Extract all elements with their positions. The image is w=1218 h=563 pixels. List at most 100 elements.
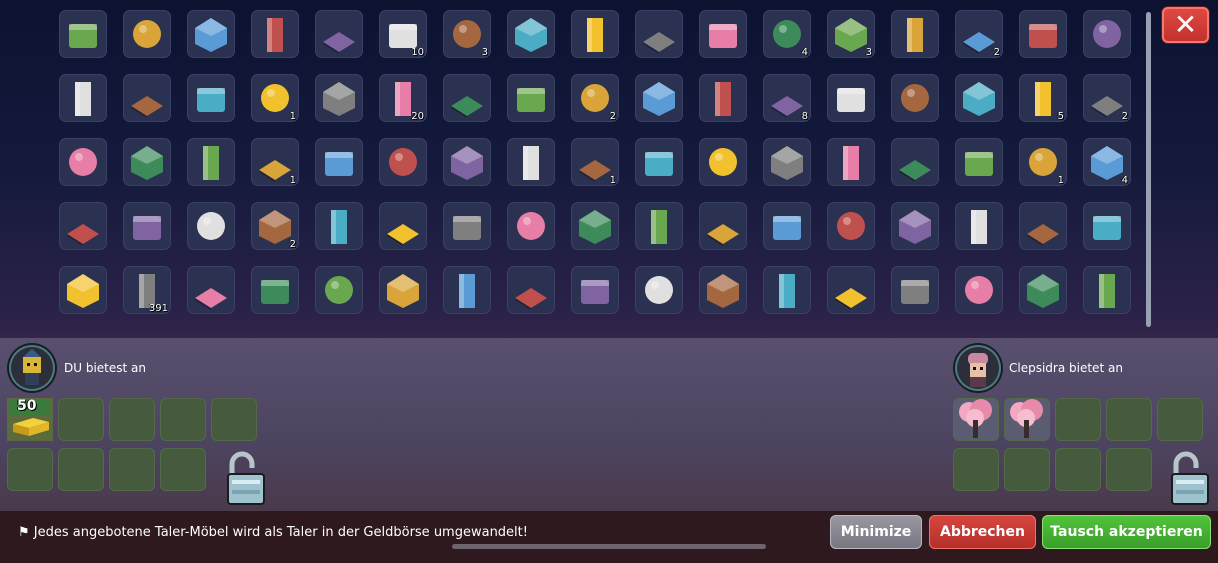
my-offer-slot[interactable] — [160, 398, 206, 441]
inventory-item[interactable] — [251, 266, 299, 314]
inventory-item[interactable] — [315, 10, 363, 58]
inventory-item[interactable] — [891, 74, 939, 122]
partner-offer-slot[interactable] — [1106, 398, 1152, 441]
inventory-item[interactable] — [251, 10, 299, 58]
my-offer-slot[interactable] — [58, 398, 104, 441]
inventory-item[interactable] — [1083, 10, 1131, 58]
inventory-item[interactable] — [635, 10, 683, 58]
inventory-item[interactable] — [507, 202, 555, 250]
inventory-item[interactable] — [315, 202, 363, 250]
inventory-item[interactable] — [59, 10, 107, 58]
inventory-item[interactable]: 4 — [1083, 138, 1131, 186]
inventory-item[interactable] — [699, 202, 747, 250]
inventory-item[interactable] — [187, 10, 235, 58]
inventory-item[interactable] — [891, 202, 939, 250]
inventory-item[interactable] — [827, 74, 875, 122]
inventory-item[interactable] — [315, 138, 363, 186]
inventory-item[interactable]: 2 — [1083, 74, 1131, 122]
inventory-item[interactable] — [379, 138, 427, 186]
inventory-item[interactable] — [379, 266, 427, 314]
inventory-item[interactable] — [763, 202, 811, 250]
inventory-item[interactable] — [187, 138, 235, 186]
partner-offer-slot[interactable] — [1055, 398, 1101, 441]
partner-offer-slot[interactable] — [953, 398, 999, 441]
inventory-item[interactable] — [699, 10, 747, 58]
inventory-item[interactable]: 4 — [763, 10, 811, 58]
inventory-item[interactable] — [187, 202, 235, 250]
inventory-item[interactable] — [955, 266, 1003, 314]
my-offer-slot[interactable]: 50 — [7, 398, 53, 441]
inventory-item[interactable] — [507, 266, 555, 314]
inventory-item[interactable] — [187, 74, 235, 122]
inventory-item[interactable]: 3 — [827, 10, 875, 58]
inventory-item[interactable]: 2 — [955, 10, 1003, 58]
inventory-item[interactable]: 391 — [123, 266, 171, 314]
inventory-item[interactable] — [379, 202, 427, 250]
minimize-button[interactable]: Minimize — [830, 515, 922, 549]
inventory-item[interactable] — [443, 266, 491, 314]
partner-offer-slot[interactable] — [1055, 448, 1101, 491]
inventory-item[interactable] — [955, 138, 1003, 186]
inventory-item[interactable] — [827, 202, 875, 250]
inventory-item[interactable] — [1019, 202, 1067, 250]
inventory-item[interactable] — [635, 74, 683, 122]
partner-offer-slot[interactable] — [1004, 398, 1050, 441]
inventory-item[interactable] — [443, 138, 491, 186]
inventory-item[interactable] — [827, 266, 875, 314]
inventory-item[interactable] — [763, 266, 811, 314]
my-offer-slot[interactable] — [211, 398, 257, 441]
inventory-item[interactable]: 20 — [379, 74, 427, 122]
inventory-item[interactable] — [1019, 10, 1067, 58]
inventory-item[interactable]: 3 — [443, 10, 491, 58]
inventory-item[interactable] — [1019, 266, 1067, 314]
inventory-item[interactable] — [315, 74, 363, 122]
inventory-item[interactable] — [571, 10, 619, 58]
my-offer-slot[interactable] — [109, 398, 155, 441]
my-offer-slot[interactable] — [58, 448, 104, 491]
inventory-item[interactable] — [891, 10, 939, 58]
inventory-item[interactable]: 5 — [1019, 74, 1067, 122]
partner-offer-slot[interactable] — [1004, 448, 1050, 491]
inventory-item[interactable] — [187, 266, 235, 314]
inventory-item[interactable] — [507, 74, 555, 122]
my-offer-slot[interactable] — [7, 448, 53, 491]
inventory-item[interactable] — [59, 266, 107, 314]
inventory-item[interactable] — [443, 202, 491, 250]
inventory-item[interactable]: 2 — [571, 74, 619, 122]
inventory-scrollbar[interactable] — [1146, 12, 1151, 327]
inventory-item[interactable] — [443, 74, 491, 122]
close-button[interactable]: ✕ — [1162, 7, 1209, 43]
inventory-item[interactable] — [571, 266, 619, 314]
inventory-item[interactable]: 1 — [251, 138, 299, 186]
inventory-item[interactable] — [123, 74, 171, 122]
inventory-item[interactable] — [699, 74, 747, 122]
inventory-item[interactable]: 1 — [571, 138, 619, 186]
partner-offer-slot[interactable] — [1106, 448, 1152, 491]
inventory-item[interactable]: 8 — [763, 74, 811, 122]
inventory-item[interactable] — [123, 10, 171, 58]
inventory-item[interactable] — [571, 202, 619, 250]
inventory-item[interactable] — [635, 202, 683, 250]
inventory-item[interactable]: 10 — [379, 10, 427, 58]
inventory-item[interactable] — [507, 138, 555, 186]
inventory-item[interactable] — [315, 266, 363, 314]
my-offer-slot[interactable] — [109, 448, 155, 491]
inventory-item[interactable] — [507, 10, 555, 58]
inventory-item[interactable] — [763, 138, 811, 186]
partner-offer-slot[interactable] — [1157, 398, 1203, 441]
accept-trade-button[interactable]: Tausch akzeptieren — [1042, 515, 1211, 549]
partner-offer-slot[interactable] — [953, 448, 999, 491]
inventory-item[interactable] — [891, 266, 939, 314]
inventory-item[interactable] — [827, 138, 875, 186]
inventory-item[interactable] — [1083, 202, 1131, 250]
inventory-item[interactable] — [1083, 266, 1131, 314]
inventory-item[interactable] — [955, 202, 1003, 250]
inventory-item[interactable] — [699, 266, 747, 314]
my-offer-slot[interactable] — [160, 448, 206, 491]
inventory-item[interactable] — [59, 138, 107, 186]
cancel-button[interactable]: Abbrechen — [929, 515, 1036, 549]
inventory-item[interactable] — [699, 138, 747, 186]
inventory-item[interactable] — [955, 74, 1003, 122]
inventory-item[interactable]: 1 — [1019, 138, 1067, 186]
inventory-item[interactable] — [123, 138, 171, 186]
